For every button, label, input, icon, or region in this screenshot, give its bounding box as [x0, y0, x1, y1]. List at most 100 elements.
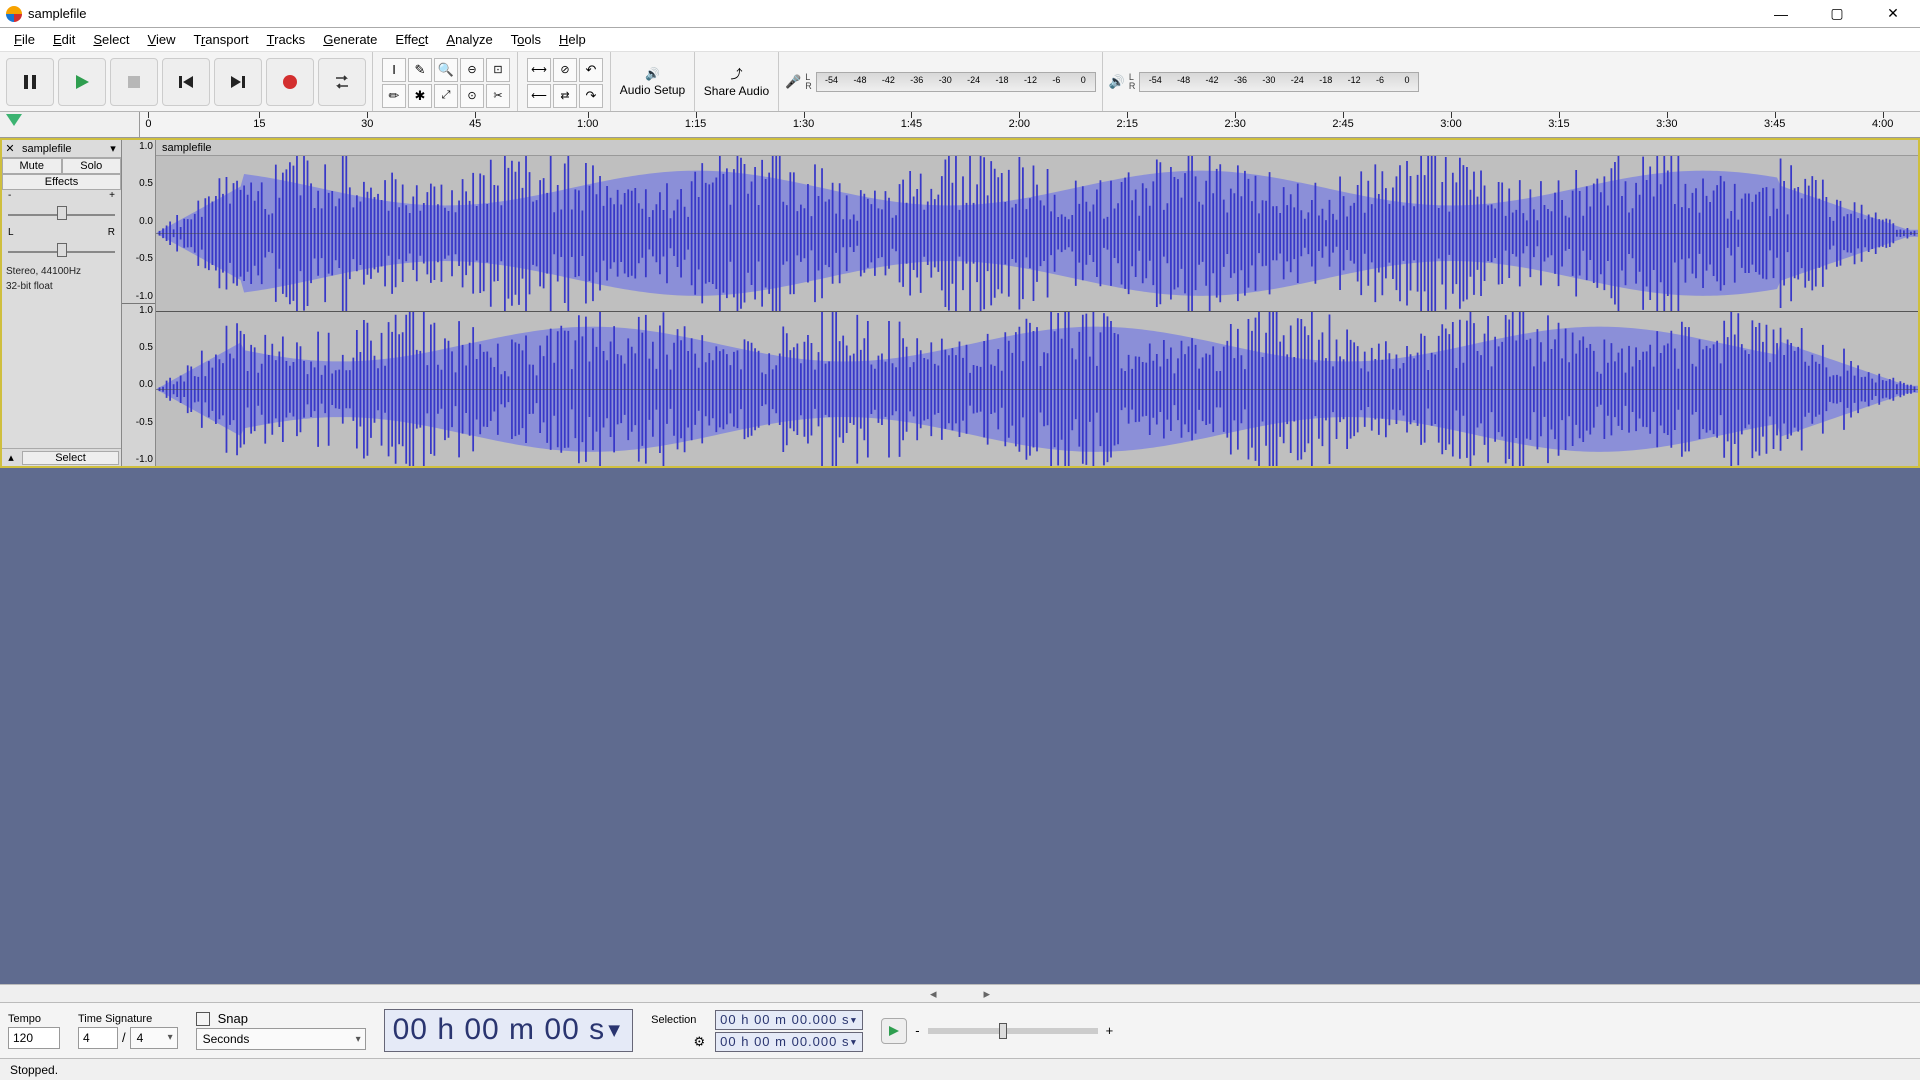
effects-button[interactable]: Effects	[2, 174, 121, 190]
multi-tool-icon[interactable]: ✱	[408, 84, 432, 108]
play-button[interactable]	[58, 58, 106, 106]
menu-analyze[interactable]: Analyze	[438, 30, 500, 49]
audio-setup-button[interactable]: 🔊 Audio Setup	[611, 52, 695, 111]
tempo-input[interactable]	[8, 1027, 60, 1049]
time-ruler[interactable]: 01530451:001:151:301:452:002:152:302:453…	[140, 112, 1920, 137]
playback-meter[interactable]: -54-48-42-36-30-24-18-12-60	[1139, 72, 1419, 92]
track-select-button[interactable]: Select	[22, 451, 119, 465]
pan-r-label: R	[108, 227, 115, 238]
clip-header[interactable]: samplefile	[156, 140, 1918, 156]
menu-tools[interactable]: Tools	[503, 30, 549, 49]
title-bar: samplefile — ▢ ✕	[0, 0, 1920, 28]
gain-minus-label: -	[8, 190, 11, 201]
speaker-meter-icon[interactable]: 🔊	[1109, 74, 1125, 90]
timesig-num-input[interactable]	[78, 1027, 118, 1049]
close-button[interactable]: ✕	[1876, 3, 1910, 25]
track-menu-button[interactable]: ▾	[105, 142, 121, 155]
trim-inside-icon[interactable]: ⟵	[527, 84, 551, 108]
timesig-den-select[interactable]: 4	[130, 1027, 178, 1049]
menu-view[interactable]: View	[140, 30, 184, 49]
mute-button[interactable]: Mute	[2, 158, 62, 174]
timesig-group: Time Signature / 4	[78, 1013, 178, 1049]
gain-slider[interactable]	[8, 203, 115, 225]
record-meter[interactable]: -54-48-42-36-30-24-18-12-60	[816, 72, 1096, 92]
skip-end-button[interactable]	[214, 58, 262, 106]
timeline-gutter	[0, 112, 140, 137]
pan-l-label: L	[8, 227, 14, 238]
envelope-tool-icon[interactable]: ✎	[408, 58, 432, 82]
share-icon: ⤴	[730, 65, 742, 82]
gear-icon[interactable]: ⚙	[651, 1034, 711, 1050]
undo-icon[interactable]: ↶	[579, 58, 603, 82]
menu-select[interactable]: Select	[85, 30, 137, 49]
tempo-group: Tempo	[8, 1013, 60, 1049]
selection-start[interactable]: 00 h 00 m 00.000 s▾	[715, 1010, 863, 1030]
edit-tools-2: ⟷ ⊘ ↶ ⟵ ⇄ ↷	[518, 52, 611, 111]
track-name[interactable]: samplefile	[18, 143, 105, 155]
trim-icon[interactable]: ✂	[486, 84, 510, 108]
track-collapse-button[interactable]: ▴	[2, 451, 20, 464]
record-meter-group: 🎤 LR -54-48-42-36-30-24-18-12-60	[779, 52, 1103, 111]
record-button[interactable]	[266, 58, 314, 106]
timeline: 01530451:001:151:301:452:002:152:302:453…	[0, 112, 1920, 138]
gain-plus-label: +	[109, 190, 115, 201]
toolbar: I ✎ 🔍 ⊖ ⊡ ✏ ✱ ⤢ ⊙ ✂ ⟷ ⊘ ↶ ⟵ ⇄ ↷ 🔊 Audio …	[0, 52, 1920, 112]
share-audio-button[interactable]: ⤴ Share Audio	[695, 52, 779, 111]
loop-button[interactable]	[318, 58, 366, 106]
menu-effect[interactable]: Effect	[387, 30, 436, 49]
pause-button[interactable]	[6, 58, 54, 106]
trim-outside-icon[interactable]: ⟷	[527, 58, 551, 82]
skip-start-button[interactable]	[162, 58, 210, 106]
menu-help[interactable]: Help	[551, 30, 594, 49]
sync-lock-icon[interactable]: ⇄	[553, 84, 577, 108]
snap-group: Snap Seconds	[196, 1011, 366, 1050]
stop-button[interactable]	[110, 58, 158, 106]
fit-selection-icon[interactable]: ⊡	[486, 58, 510, 82]
snap-checkbox[interactable]	[196, 1012, 210, 1026]
empty-tracks-area[interactable]	[0, 468, 1920, 984]
pan-slider[interactable]	[8, 240, 115, 262]
draw-tool-icon[interactable]: ✏	[382, 84, 406, 108]
play-at-speed-button[interactable]	[881, 1018, 907, 1044]
horizontal-scrollbar[interactable]: ◂ ▸	[0, 984, 1920, 1002]
redo-icon[interactable]: ↷	[579, 84, 603, 108]
playback-meter-group: 🔊 LR -54-48-42-36-30-24-18-12-60	[1103, 52, 1426, 111]
waveform-right-channel[interactable]	[156, 311, 1918, 467]
silence-icon[interactable]: ⊘	[553, 58, 577, 82]
transport-controls	[0, 52, 373, 111]
waveform-area: samplefile	[156, 140, 1918, 466]
track-close-button[interactable]: ✕	[2, 142, 18, 155]
selection-group: Selection 00 h 00 m 00.000 s▾ ⚙ 00 h 00 …	[651, 1010, 863, 1052]
playhead-marker-icon[interactable]	[6, 114, 22, 126]
app-logo-icon	[6, 6, 22, 22]
amplitude-scale: 1.00.50.0-0.5-1.0 1.00.50.0-0.5-1.0	[122, 140, 156, 466]
maximize-button[interactable]: ▢	[1820, 3, 1854, 25]
edit-tools: I ✎ 🔍 ⊖ ⊡ ✏ ✱ ⤢ ⊙ ✂	[373, 52, 518, 111]
waveform-left-channel[interactable]	[156, 156, 1918, 311]
zoom-in-icon[interactable]: 🔍	[434, 58, 458, 82]
selection-tool-icon[interactable]: I	[382, 58, 406, 82]
zoom-out-icon[interactable]: ⊖	[460, 58, 484, 82]
menu-generate[interactable]: Generate	[315, 30, 385, 49]
snap-unit-select[interactable]: Seconds	[196, 1028, 366, 1050]
menu-edit[interactable]: Edit	[45, 30, 83, 49]
minimize-button[interactable]: —	[1764, 3, 1798, 25]
playback-meter-lr: LR	[1129, 73, 1136, 91]
play-at-speed-group: - +	[881, 1018, 1117, 1044]
solo-button[interactable]: Solo	[62, 158, 122, 174]
menu-file[interactable]: File	[6, 30, 43, 49]
menu-tracks[interactable]: Tracks	[259, 30, 314, 49]
status-text: Stopped.	[10, 1063, 58, 1077]
record-meter-lr: LR	[805, 73, 812, 91]
zoom-toggle-icon[interactable]: ⊙	[460, 84, 484, 108]
time-counter[interactable]: 00 h 00 m 00 s▾	[384, 1009, 634, 1052]
track-control-panel: ✕ samplefile ▾ Mute Solo Effects - + L R…	[2, 140, 122, 466]
selection-end[interactable]: 00 h 00 m 00.000 s▾	[715, 1032, 863, 1052]
mic-icon[interactable]: 🎤	[785, 74, 801, 90]
fit-project-icon[interactable]: ⤢	[434, 84, 458, 108]
status-bar: Stopped.	[0, 1058, 1920, 1080]
track-format-1: Stereo, 44100Hz	[2, 264, 121, 279]
bottom-toolbar: Tempo Time Signature / 4 Snap Seconds 00…	[0, 1002, 1920, 1058]
menu-transport[interactable]: Transport	[185, 30, 256, 49]
playback-speed-slider[interactable]	[928, 1028, 1098, 1034]
